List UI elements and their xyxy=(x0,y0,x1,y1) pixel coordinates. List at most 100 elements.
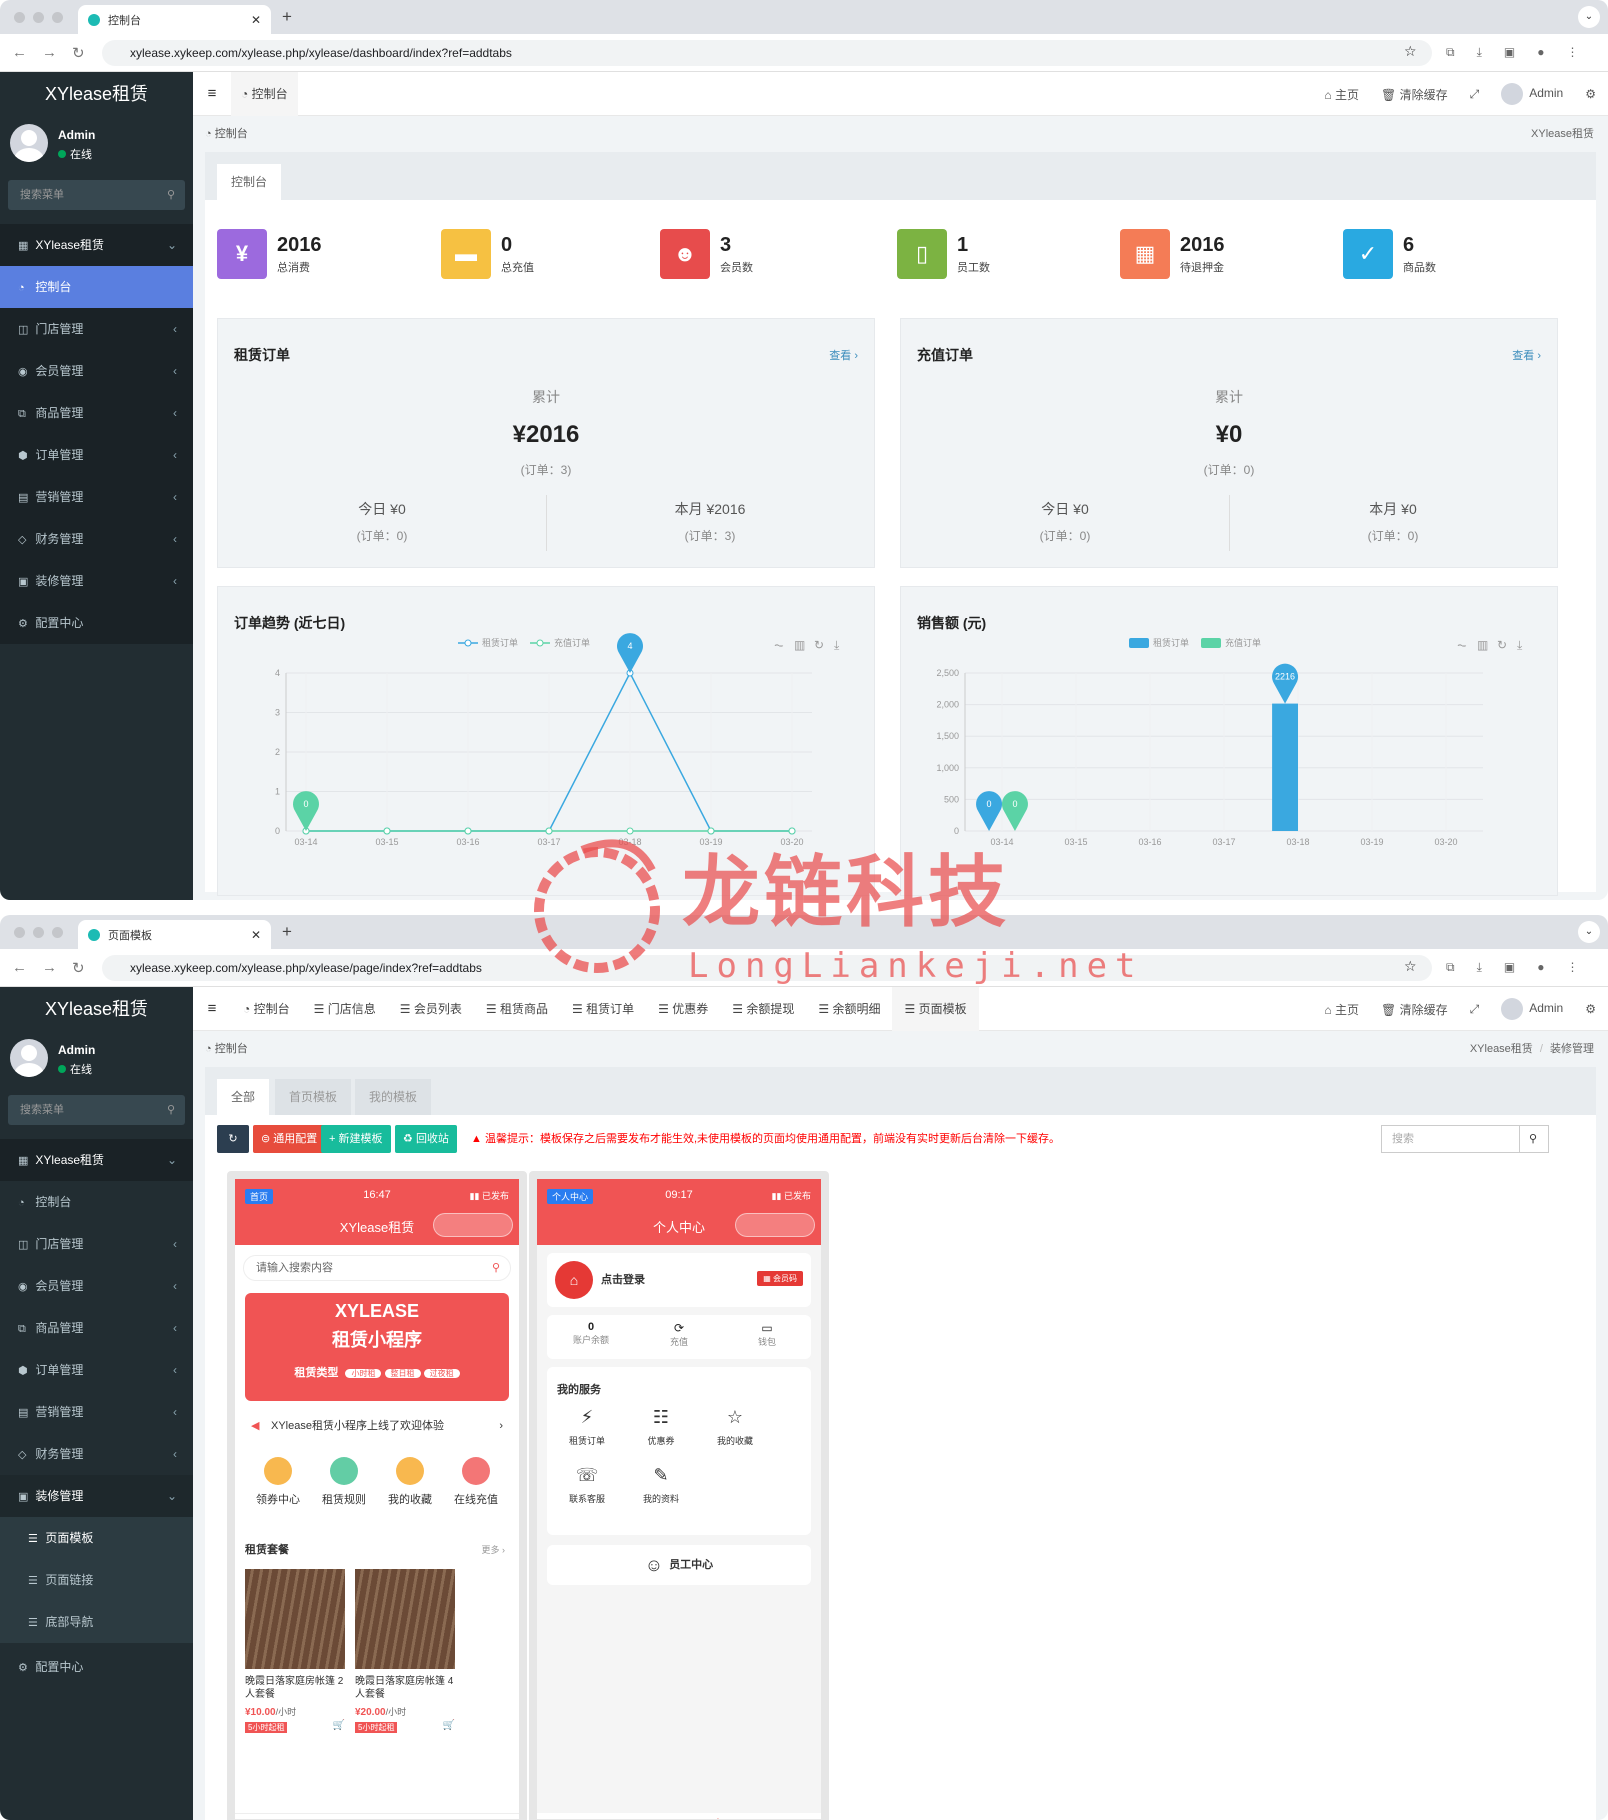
stat-item: ☻ 3 会员数 xyxy=(660,229,753,279)
app-logo[interactable]: XYlease租赁 xyxy=(0,72,193,116)
sidebar-item-goods[interactable]: ⧉ 商品管理 ‹ xyxy=(0,1307,193,1349)
common-config-button[interactable]: ⊜ 通用配置 xyxy=(253,1125,326,1153)
view-link[interactable]: 查看 › xyxy=(829,347,858,363)
url-field[interactable]: xylease.xykeep.com/xylease.php/xylease/p… xyxy=(102,955,1432,981)
tab-3[interactable]: ☰ 租赁商品 xyxy=(474,987,560,1031)
clear-cache-button[interactable]: 🗑 清除缓存 xyxy=(1381,1001,1448,1018)
menu-toggle-icon[interactable]: ≡ xyxy=(193,1000,231,1017)
sidebar-item-finance[interactable]: ◇ 财务管理 ‹ xyxy=(0,1433,193,1475)
menu-search-input[interactable]: 搜索菜单 ⚲ xyxy=(8,1095,185,1125)
extension-icon[interactable]: ⧉ xyxy=(1446,960,1455,975)
home-link[interactable]: ⌂ 主页 xyxy=(1324,86,1359,103)
sidebar-item-bottom-nav[interactable]: ☰ 底部导航 xyxy=(0,1601,193,1643)
admin-menu[interactable]: Admin xyxy=(1501,83,1563,105)
menu-toggle-icon[interactable]: ≡ xyxy=(193,85,231,102)
home-link[interactable]: ⌂ 主页 xyxy=(1324,1001,1359,1018)
sidebar-item-dashboard[interactable]: ◔ 控制台 xyxy=(0,1181,193,1223)
tab-search-icon[interactable]: ⌄ xyxy=(1578,6,1600,28)
tab-dashboard[interactable]: ◔ 控制台 xyxy=(231,71,298,116)
close-tab-icon[interactable]: ✕ xyxy=(251,13,261,27)
sidebar-item-decor[interactable]: ▣ 装修管理 ‹ xyxy=(0,560,193,602)
new-template-button[interactable]: + 新建模板 xyxy=(321,1125,391,1153)
admin-menu[interactable]: Admin xyxy=(1501,998,1563,1020)
tab-5[interactable]: ☰ 优惠券 xyxy=(646,987,720,1031)
forward-icon[interactable]: → xyxy=(42,959,60,976)
tab-8[interactable]: ☰ 页面模板 xyxy=(892,986,979,1031)
new-tab-button[interactable]: + xyxy=(282,7,292,27)
back-icon[interactable]: ← xyxy=(12,44,30,61)
search-button[interactable]: ⚲ xyxy=(1519,1125,1549,1153)
tab-0[interactable]: ◔ 控制台 xyxy=(231,987,302,1031)
tab-all[interactable]: 全部 xyxy=(217,1079,270,1115)
more-icon[interactable]: ⋮ xyxy=(1566,960,1578,975)
sidebar-item-store[interactable]: ◫ 门店管理 ‹ xyxy=(0,1223,193,1265)
back-icon[interactable]: ← xyxy=(12,959,30,976)
sidebar-item-store[interactable]: ◫ 门店管理 ‹ xyxy=(0,308,193,350)
app-logo[interactable]: XYlease租赁 xyxy=(0,987,193,1031)
close-tab-icon[interactable]: ✕ xyxy=(251,928,261,942)
table-search-input[interactable]: 搜索 xyxy=(1381,1125,1521,1153)
breadcrumb-item[interactable]: 控制台 xyxy=(215,1043,248,1055)
download-icon[interactable]: ⤓ xyxy=(1477,45,1482,60)
fullscreen-icon[interactable]: ⤢ xyxy=(1470,1002,1480,1017)
search-icon[interactable]: ⚲ xyxy=(167,180,175,210)
sidebar-item-config[interactable]: ⚙ 配置中心 xyxy=(0,1643,193,1691)
browser-tab[interactable]: 控制台 ✕ xyxy=(78,5,271,34)
fullscreen-icon[interactable]: ⤢ xyxy=(1470,87,1480,102)
new-tab-button[interactable]: + xyxy=(282,922,292,942)
sidebar-group-xylease[interactable]: ▦ XYlease租赁 ⌄ xyxy=(0,1139,193,1181)
sidebar-item-decor[interactable]: ▣ 装修管理 ⌄ xyxy=(0,1475,193,1517)
sidebar-item-order[interactable]: ⬢ 订单管理 ‹ xyxy=(0,434,193,476)
reload-icon[interactable]: ↻ xyxy=(72,44,90,62)
tab-my-templates[interactable]: 我的模板 xyxy=(355,1079,432,1115)
extension-icon[interactable]: ⧉ xyxy=(1446,45,1455,60)
tab-4[interactable]: ☰ 租赁订单 xyxy=(560,987,646,1031)
template-card-home[interactable]: 首页 16:47 ▮▮ 已发布 XYlease租赁 请输入搜索内容 ⚲ XYLEA… xyxy=(227,1171,527,1820)
banner-tag: 小时租 xyxy=(345,1369,382,1378)
profile-icon[interactable]: ● xyxy=(1537,960,1544,975)
profile-icon[interactable]: ● xyxy=(1537,45,1544,60)
sidebar-group-xylease[interactable]: ▦ XYlease租赁 ⌄ xyxy=(0,224,193,266)
window-controls[interactable] xyxy=(14,927,63,938)
menu-search-input[interactable]: 搜索菜单 ⚲ xyxy=(8,180,185,210)
settings-icon[interactable]: ⚙ xyxy=(1585,1002,1596,1016)
view-link[interactable]: 查看 › xyxy=(1512,347,1541,363)
tab-search-icon[interactable]: ⌄ xyxy=(1578,921,1600,943)
template-card-profile[interactable]: 个人中心 09:17 ▮▮ 已发布 个人中心 ⌂ 点击登录 ▦ 会员码 0 账户… xyxy=(529,1171,829,1820)
tab-6[interactable]: ☰ 余额提现 xyxy=(720,987,806,1031)
sidebar-item-member[interactable]: ◉ 会员管理 ‹ xyxy=(0,350,193,392)
tab-1[interactable]: ☰ 门店信息 xyxy=(302,987,388,1031)
sidebar-item-dashboard[interactable]: ◔ 控制台 xyxy=(0,266,193,308)
sidebar-item-order[interactable]: ⬢ 订单管理 ‹ xyxy=(0,1349,193,1391)
panel-tab-dashboard[interactable]: 控制台 xyxy=(217,164,282,200)
url-field[interactable]: xylease.xykeep.com/xylease.php/xylease/d… xyxy=(102,40,1432,66)
sidebar-item-member[interactable]: ◉ 会员管理 ‹ xyxy=(0,1265,193,1307)
tab-2[interactable]: ☰ 会员列表 xyxy=(388,987,474,1031)
forward-icon[interactable]: → xyxy=(42,44,60,61)
settings-icon[interactable]: ⚙ xyxy=(1585,87,1596,101)
browser-tab[interactable]: 页面模板 ✕ xyxy=(78,920,271,949)
window-controls[interactable] xyxy=(14,12,63,23)
sidebar-item-config[interactable]: ⚙ 配置中心 xyxy=(0,602,193,644)
sidebar-item-page-link[interactable]: ☰ 页面链接 xyxy=(0,1559,193,1601)
sidebar-item-marketing[interactable]: ▤ 营销管理 ‹ xyxy=(0,1391,193,1433)
clear-cache-button[interactable]: 🗑 清除缓存 xyxy=(1381,86,1448,103)
refresh-button[interactable]: ↻ xyxy=(217,1125,249,1153)
sidepanel-icon[interactable]: ▣ xyxy=(1504,45,1515,60)
tab-7[interactable]: ☰ 余额明细 xyxy=(806,987,892,1031)
search-icon[interactable]: ⚲ xyxy=(167,1095,175,1125)
breadcrumb-item[interactable]: 控制台 xyxy=(215,128,248,140)
recycle-bin-button[interactable]: ♻ 回收站 xyxy=(395,1125,457,1153)
reload-icon[interactable]: ↻ xyxy=(72,959,90,977)
sidebar-item-marketing[interactable]: ▤ 营销管理 ‹ xyxy=(0,476,193,518)
bookmark-star-icon[interactable]: ☆ xyxy=(1404,43,1417,60)
sidepanel-icon[interactable]: ▣ xyxy=(1504,960,1515,975)
sidebar-item-page-template[interactable]: ☰ 页面模板 xyxy=(0,1517,193,1559)
sidebar-item-goods[interactable]: ⧉ 商品管理 ‹ xyxy=(0,392,193,434)
download-icon[interactable]: ⤓ xyxy=(1477,960,1482,975)
more-icon[interactable]: ⋮ xyxy=(1566,45,1578,60)
tab-home-templates[interactable]: 首页模板 xyxy=(275,1079,352,1115)
sidebar-item-finance[interactable]: ◇ 财务管理 ‹ xyxy=(0,518,193,560)
bookmark-star-icon[interactable]: ☆ xyxy=(1404,958,1417,975)
breadcrumb-item[interactable]: XYlease租赁 xyxy=(1470,1043,1533,1055)
